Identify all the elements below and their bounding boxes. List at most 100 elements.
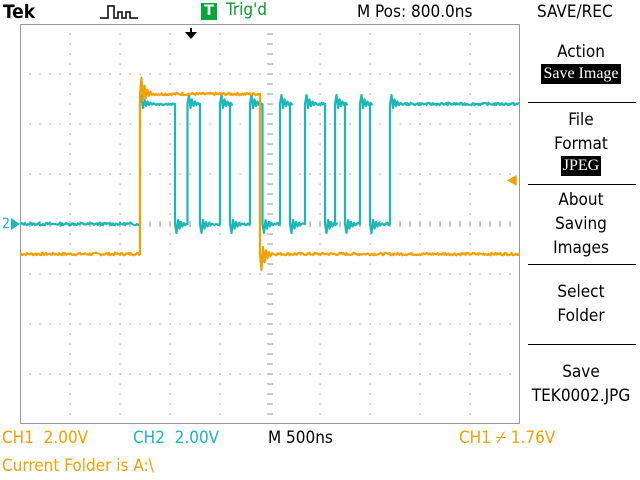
graticule-dot	[319, 303, 321, 305]
graticule-dot	[119, 133, 121, 135]
brand-logo: Tek	[3, 1, 36, 23]
graticule-dot	[469, 383, 471, 385]
graticule-dot	[169, 263, 171, 265]
graticule-dot	[519, 273, 520, 275]
graticule-dot	[49, 73, 51, 75]
graticule-dot	[369, 273, 371, 275]
graticule-dot	[499, 273, 501, 275]
graticule-dot	[49, 373, 51, 375]
graticule-dot	[319, 123, 321, 125]
graticule-dot	[419, 343, 421, 345]
graticule-dot	[519, 73, 520, 75]
graticule-dot	[149, 173, 151, 175]
graticule-dot	[419, 233, 421, 235]
graticule-dot	[459, 373, 461, 375]
graticule-dot	[219, 233, 221, 235]
graticule-dot	[169, 143, 171, 145]
graticule-dot	[489, 73, 491, 75]
graticule-dot	[119, 153, 121, 155]
graticule-dot	[469, 193, 471, 195]
graticule-dot	[519, 323, 520, 325]
graticule-dot	[349, 123, 351, 125]
menu-select-folder[interactable]: Select Folder	[522, 280, 640, 328]
graticule-dot	[319, 33, 321, 35]
graticule-dot	[309, 173, 311, 175]
graticule-dot	[219, 73, 221, 75]
menu-file-format-label-1: File	[568, 110, 594, 130]
graticule-dot	[159, 123, 161, 125]
graticule-dot	[169, 63, 171, 65]
graticule-dot	[419, 403, 421, 405]
graticule-dot	[319, 173, 321, 175]
graticule-dot	[419, 43, 421, 45]
graticule-dot	[419, 243, 421, 245]
menu-divider	[528, 344, 636, 345]
graticule-dot	[399, 273, 401, 275]
menu-about-saving-images[interactable]: About Saving Images	[522, 188, 640, 260]
graticule-dot	[69, 73, 71, 75]
graticule-dot	[139, 323, 141, 325]
ch2-ground-marker: 2	[2, 216, 11, 232]
graticule-dot	[319, 183, 321, 185]
graticule-dot	[109, 323, 111, 325]
menu-action-label: Action	[557, 42, 605, 62]
graticule-dot	[119, 123, 121, 125]
graticule-dot	[119, 373, 121, 375]
graticule-dot	[189, 73, 191, 75]
graticule-dot	[199, 323, 201, 325]
graticule-dot	[119, 413, 121, 415]
graticule-dot	[469, 43, 471, 45]
graticule-dot	[419, 423, 421, 424]
graticule-dot	[189, 273, 191, 275]
graticule-dot	[249, 323, 251, 325]
graticule-dot	[379, 373, 381, 375]
graticule-dot	[469, 413, 471, 415]
graticule-dot	[239, 123, 241, 125]
graticule-dot	[59, 123, 61, 125]
graticule-dot	[109, 173, 111, 175]
graticule-dot	[399, 123, 401, 125]
graticule-dot	[149, 373, 151, 375]
graticule-dot	[119, 343, 121, 345]
graticule-dot	[499, 173, 501, 175]
graticule-dot	[209, 173, 211, 175]
graticule-dot	[289, 373, 291, 375]
graticule-dot	[69, 243, 71, 245]
graticule-dot	[389, 73, 391, 75]
graticule-dot	[69, 153, 71, 155]
graticule-dot	[219, 363, 221, 365]
graticule-dot	[209, 123, 211, 125]
menu-save[interactable]: Save TEK0002.JPG	[522, 360, 640, 408]
graticule-dot	[129, 323, 131, 325]
graticule-dot	[369, 243, 371, 245]
graticule-dot	[229, 373, 231, 375]
graticule-dot	[159, 373, 161, 375]
graticule-dot	[479, 373, 481, 375]
graticule-dot	[39, 123, 41, 125]
graticule-dot	[119, 383, 121, 385]
graticule-dot	[239, 373, 241, 375]
graticule-dot	[119, 423, 121, 424]
graticule-dot	[49, 323, 51, 325]
graticule-dot	[69, 43, 71, 45]
graticule-dot	[169, 283, 171, 285]
menu-action[interactable]: Action Save Image	[522, 40, 640, 84]
menu-divider	[528, 184, 636, 185]
graticule-dot	[49, 273, 51, 275]
graticule-dot	[389, 273, 391, 275]
graticule-dot	[149, 73, 151, 75]
graticule-dot	[29, 173, 31, 175]
graticule-dot	[469, 183, 471, 185]
menu-file-format[interactable]: File Format JPEG	[522, 108, 640, 176]
graticule-dot	[299, 323, 301, 325]
graticule-dot	[369, 423, 371, 424]
graticule-dot	[159, 173, 161, 175]
graticule-dot	[119, 113, 121, 115]
horizontal-position: M Pos: 800.0ns	[357, 2, 473, 22]
side-menu: Action Save Image File Format JPEG About…	[522, 24, 640, 424]
graticule-dot	[239, 73, 241, 75]
graticule-dot	[469, 353, 471, 355]
graticule-dot	[119, 53, 121, 55]
graticule-dot	[459, 73, 461, 75]
graticule-dot	[169, 113, 171, 115]
